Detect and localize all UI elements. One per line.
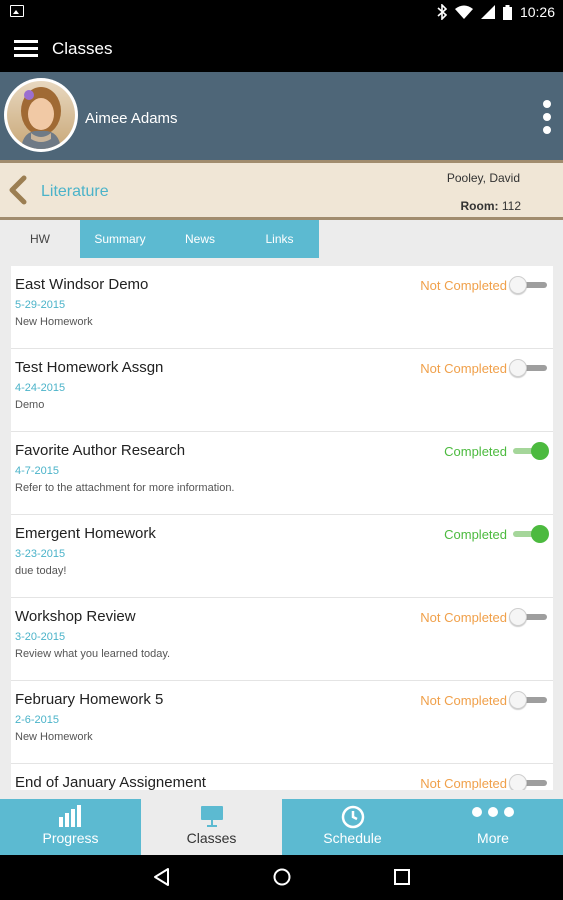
homework-list: East Windsor Demo 5-29-2015 New Homework No…	[11, 266, 553, 790]
homework-status: Not Completed	[420, 278, 507, 293]
nav-schedule-label: Schedule	[323, 830, 382, 846]
homework-status: Not Completed	[420, 610, 507, 625]
homework-item[interactable]: Favorite Author Research 4-7-2015 Refer to…	[11, 432, 553, 515]
teacher-name: Pooley, David	[446, 171, 520, 185]
nav-more[interactable]: More	[423, 799, 563, 855]
system-home-icon[interactable]	[272, 867, 292, 887]
system-nav-bar	[0, 855, 563, 900]
homework-status: Not Completed	[420, 361, 507, 376]
homework-date: 4-7-2015	[15, 465, 60, 477]
overflow-menu-icon[interactable]	[543, 100, 553, 138]
status-bar: 10:26	[0, 0, 563, 26]
homework-status: Not Completed	[420, 693, 507, 708]
completion-toggle[interactable]	[509, 359, 549, 377]
tab-links[interactable]: Links	[240, 220, 319, 258]
completion-toggle[interactable]	[509, 691, 549, 709]
nav-classes[interactable]: Classes	[141, 799, 282, 855]
nav-progress-label: Progress	[42, 830, 99, 846]
homework-date: 3-23-2015	[15, 548, 66, 560]
student-header: Aimee Adams	[0, 72, 563, 160]
tab-hw[interactable]: HW	[0, 220, 80, 258]
completion-toggle[interactable]	[509, 442, 549, 460]
nav-schedule[interactable]: Schedule	[282, 799, 423, 855]
completion-toggle[interactable]	[509, 276, 549, 294]
back-chevron-icon[interactable]	[6, 175, 30, 205]
class-header: Literature Pooley, David Room: 112	[0, 160, 563, 220]
homework-item[interactable]: Emergent Homework 3-23-2015 due today! Comp…	[11, 515, 553, 598]
homework-title: Test Homework Assgn	[15, 359, 164, 376]
room-number: Room: 112	[460, 199, 521, 213]
nav-more-label: More	[477, 830, 509, 846]
homework-note: Refer to the attachment for more informa…	[15, 482, 235, 494]
tab-summary[interactable]: Summary	[80, 220, 160, 258]
more-icon	[472, 807, 514, 817]
clock: 10:26	[519, 4, 555, 20]
homework-date: 3-20-2015	[15, 631, 66, 643]
homework-title: Workshop Review	[15, 608, 136, 625]
schedule-icon	[341, 805, 364, 829]
completion-toggle[interactable]	[509, 525, 549, 543]
completion-toggle[interactable]	[509, 774, 549, 790]
homework-item[interactable]: February Homework 5 2-6-2015 New Homework N…	[11, 681, 553, 764]
wifi-icon	[454, 5, 473, 19]
homework-date: 4-24-2015	[15, 382, 66, 394]
avatar[interactable]	[4, 78, 78, 152]
bluetooth-icon	[437, 4, 447, 20]
homework-note: New Homework	[15, 316, 93, 328]
homework-item[interactable]: Workshop Review 3-20-2015 Review what you …	[11, 598, 553, 681]
homework-title: East Windsor Demo	[15, 276, 149, 293]
progress-icon	[58, 805, 81, 827]
homework-item[interactable]: Test Homework Assgn 4-24-2015 Demo Not Comp…	[11, 349, 553, 432]
completion-toggle[interactable]	[509, 608, 549, 626]
student-name: Aimee Adams	[85, 110, 178, 127]
homework-note: due today!	[15, 565, 67, 577]
homework-status: Not Completed	[420, 776, 507, 790]
homework-status: Completed	[444, 527, 507, 542]
homework-item[interactable]: East Windsor Demo 5-29-2015 New Homework No…	[11, 266, 553, 349]
homework-note: New Homework	[15, 731, 93, 743]
menu-icon[interactable]	[14, 40, 38, 58]
homework-status: Completed	[444, 444, 507, 459]
tab-news[interactable]: News	[160, 220, 240, 258]
nav-classes-label: Classes	[186, 830, 237, 846]
homework-title: End of January Assignement	[15, 774, 206, 790]
homework-date: 5-29-2015	[15, 299, 66, 311]
system-recents-icon[interactable]	[393, 868, 411, 886]
homework-title: Favorite Author Research	[15, 442, 186, 459]
homework-title: Emergent Homework	[15, 525, 156, 542]
classes-icon	[200, 806, 223, 827]
homework-item[interactable]: End of January Assignement Not Completed	[11, 764, 553, 790]
bottom-nav: Progress Classes Schedule More	[0, 799, 563, 855]
battery-icon	[502, 4, 512, 20]
homework-note: Review what you learned today.	[15, 648, 171, 660]
signal-icon	[480, 5, 495, 19]
page-title: Classes	[52, 39, 113, 58]
homework-title: February Homework 5	[15, 691, 164, 708]
homework-date: 2-6-2015	[15, 714, 60, 726]
class-tabs: HW Summary News Links	[0, 220, 563, 258]
nav-progress[interactable]: Progress	[0, 799, 141, 855]
app-bar: Classes	[0, 26, 563, 72]
homework-note: Demo	[15, 399, 45, 411]
class-name[interactable]: Literature	[41, 183, 109, 201]
gallery-notification-icon	[10, 5, 24, 17]
system-back-icon[interactable]	[152, 867, 172, 887]
